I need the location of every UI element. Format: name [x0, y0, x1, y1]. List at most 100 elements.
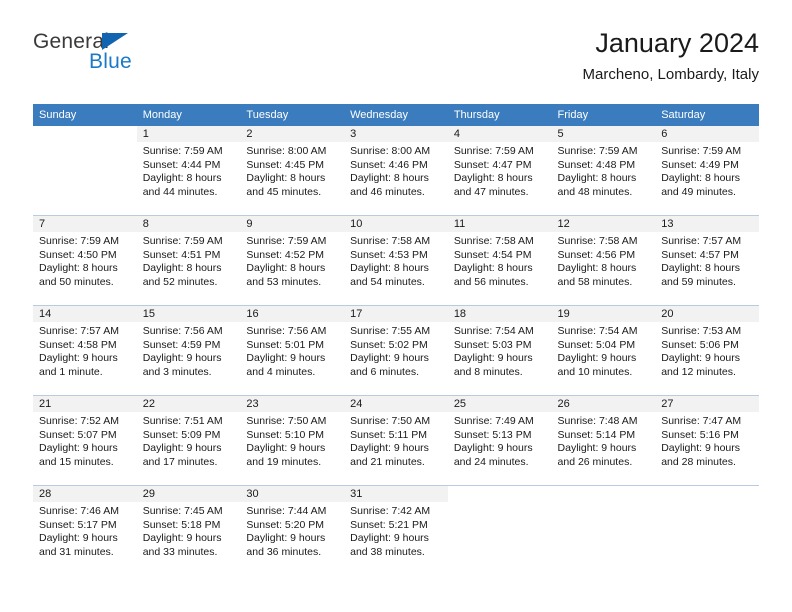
sunrise-text: Sunrise: 7:42 AM	[350, 505, 431, 517]
calendar-day-cell[interactable]	[655, 485, 759, 575]
calendar-day-cell[interactable]: 2 Sunrise: 8:00 AM Sunset: 4:45 PM Dayli…	[240, 126, 345, 216]
daylight-text-line1: Daylight: 9 hours	[246, 352, 326, 365]
calendar-day-cell[interactable]: 24 Sunrise: 7:50 AM Sunset: 5:11 PM Dayl…	[344, 395, 448, 486]
calendar-day-cell[interactable]: 6 Sunrise: 7:59 AM Sunset: 4:49 PM Dayli…	[655, 126, 759, 216]
day-number: 7	[33, 216, 137, 232]
daylight-text-line1: Daylight: 9 hours	[350, 352, 429, 365]
calendar-day-cell[interactable]: 14 Sunrise: 7:57 AM Sunset: 4:58 PM Dayl…	[33, 305, 137, 396]
daylight-text-line2: and 53 minutes.	[246, 275, 322, 288]
sunset-text: Sunset: 5:18 PM	[142, 518, 221, 531]
calendar-day-cell[interactable]: 11 Sunrise: 7:58 AM Sunset: 4:54 PM Dayl…	[447, 215, 552, 306]
calendar-day-cell[interactable]: 16 Sunrise: 7:56 AM Sunset: 5:01 PM Dayl…	[240, 305, 345, 396]
day-details	[448, 502, 552, 505]
day-details: Sunrise: 7:50 AM Sunset: 5:10 PM Dayligh…	[240, 412, 344, 469]
daylight-text-line2: and 44 minutes.	[142, 185, 218, 198]
day-number	[447, 486, 552, 502]
calendar-day-cell[interactable]: 21 Sunrise: 7:52 AM Sunset: 5:07 PM Dayl…	[33, 395, 137, 486]
daylight-text-line1: Daylight: 8 hours	[350, 172, 429, 185]
daylight-text-line2: and 50 minutes.	[39, 275, 114, 288]
page-subtitle: Marcheno, Lombardy, Italy	[582, 66, 759, 83]
sunset-text: Sunset: 5:09 PM	[142, 428, 221, 441]
calendar-day-cell[interactable]: 17 Sunrise: 7:55 AM Sunset: 5:02 PM Dayl…	[344, 305, 448, 396]
day-number: 18	[447, 306, 552, 322]
calendar-day-cell[interactable]: 26 Sunrise: 7:48 AM Sunset: 5:14 PM Dayl…	[551, 395, 656, 486]
calendar-day-cell[interactable]: 29 Sunrise: 7:45 AM Sunset: 5:18 PM Dayl…	[136, 485, 241, 575]
calendar-day-cell[interactable]: 22 Sunrise: 7:51 AM Sunset: 5:09 PM Dayl…	[136, 395, 241, 486]
day-details	[655, 502, 759, 505]
calendar-day-cell[interactable]: 5 Sunrise: 7:59 AM Sunset: 4:48 PM Dayli…	[551, 126, 656, 216]
daylight-text-line2: and 17 minutes.	[142, 455, 218, 468]
day-details	[33, 142, 137, 145]
sunset-text: Sunset: 4:52 PM	[246, 248, 325, 261]
sunset-text: Sunset: 4:46 PM	[350, 158, 428, 171]
daylight-text-line2: and 33 minutes.	[142, 545, 218, 558]
sunrise-text: Sunrise: 7:57 AM	[661, 235, 742, 247]
calendar-day-cell[interactable]: 23 Sunrise: 7:50 AM Sunset: 5:10 PM Dayl…	[240, 395, 345, 486]
day-details: Sunrise: 7:58 AM Sunset: 4:56 PM Dayligh…	[552, 232, 656, 289]
sunrise-text: Sunrise: 7:56 AM	[142, 325, 223, 337]
sunrise-text: Sunrise: 7:44 AM	[246, 505, 327, 517]
daylight-text-line2: and 4 minutes.	[246, 365, 316, 378]
calendar-week-row: 1 Sunrise: 7:59 AM Sunset: 4:44 PM Dayli…	[33, 126, 759, 216]
sunset-text: Sunset: 5:07 PM	[39, 428, 117, 441]
daylight-text-line2: and 12 minutes.	[661, 365, 736, 378]
day-number: 9	[240, 216, 345, 232]
sunrise-text: Sunrise: 7:58 AM	[453, 235, 534, 247]
calendar-day-cell[interactable]: 19 Sunrise: 7:54 AM Sunset: 5:04 PM Dayl…	[551, 305, 656, 396]
calendar-page: General Blue January 2024 Marcheno, Lomb…	[0, 0, 792, 612]
daylight-text-line2: and 15 minutes.	[39, 455, 114, 468]
weekday-header-friday: Friday	[551, 104, 656, 126]
daylight-text-line2: and 45 minutes.	[246, 185, 322, 198]
calendar-day-cell[interactable]: 10 Sunrise: 7:58 AM Sunset: 4:53 PM Dayl…	[344, 215, 448, 306]
daylight-text-line2: and 59 minutes.	[661, 275, 736, 288]
calendar-day-cell[interactable]: 12 Sunrise: 7:58 AM Sunset: 4:56 PM Dayl…	[551, 215, 656, 306]
weekday-header-saturday: Saturday	[655, 104, 759, 126]
calendar-day-cell[interactable]	[551, 485, 656, 575]
calendar-day-cell[interactable]: 27 Sunrise: 7:47 AM Sunset: 5:16 PM Dayl…	[655, 395, 759, 486]
day-details: Sunrise: 7:46 AM Sunset: 5:17 PM Dayligh…	[33, 502, 137, 559]
day-number: 24	[344, 396, 448, 412]
calendar-day-cell[interactable]: 1 Sunrise: 7:59 AM Sunset: 4:44 PM Dayli…	[136, 126, 241, 216]
sunset-text: Sunset: 4:53 PM	[350, 248, 428, 261]
sunset-text: Sunset: 5:11 PM	[350, 428, 427, 441]
calendar-day-cell[interactable]: 8 Sunrise: 7:59 AM Sunset: 4:51 PM Dayli…	[136, 215, 241, 306]
calendar-day-cell[interactable]: 30 Sunrise: 7:44 AM Sunset: 5:20 PM Dayl…	[240, 485, 345, 575]
calendar-day-cell[interactable]: 9 Sunrise: 7:59 AM Sunset: 4:52 PM Dayli…	[240, 215, 345, 306]
calendar-day-cell[interactable]	[33, 126, 137, 216]
calendar-day-cell[interactable]: 15 Sunrise: 7:56 AM Sunset: 4:59 PM Dayl…	[136, 305, 241, 396]
sunset-text: Sunset: 4:49 PM	[661, 158, 739, 171]
calendar-day-cell[interactable]: 31 Sunrise: 7:42 AM Sunset: 5:21 PM Dayl…	[344, 485, 448, 575]
day-number	[33, 126, 137, 142]
calendar-week-row: 28 Sunrise: 7:46 AM Sunset: 5:17 PM Dayl…	[33, 485, 759, 575]
sunset-text: Sunset: 5:16 PM	[661, 428, 739, 441]
sunrise-text: Sunrise: 8:00 AM	[246, 145, 327, 157]
day-details: Sunrise: 7:56 AM Sunset: 5:01 PM Dayligh…	[240, 322, 344, 379]
calendar-day-cell[interactable]: 20 Sunrise: 7:53 AM Sunset: 5:06 PM Dayl…	[655, 305, 759, 396]
calendar-day-cell[interactable]	[447, 485, 552, 575]
calendar-day-cell[interactable]: 4 Sunrise: 7:59 AM Sunset: 4:47 PM Dayli…	[447, 126, 552, 216]
page-title: January 2024	[595, 28, 759, 58]
sunrise-text: Sunrise: 7:59 AM	[142, 145, 223, 157]
day-number: 20	[655, 306, 759, 322]
day-number: 30	[240, 486, 345, 502]
day-details: Sunrise: 7:56 AM Sunset: 4:59 PM Dayligh…	[137, 322, 241, 379]
sunrise-text: Sunrise: 7:47 AM	[661, 415, 742, 427]
calendar-day-cell[interactable]: 28 Sunrise: 7:46 AM Sunset: 5:17 PM Dayl…	[33, 485, 137, 575]
calendar-day-cell[interactable]: 18 Sunrise: 7:54 AM Sunset: 5:03 PM Dayl…	[447, 305, 552, 396]
calendar-day-cell[interactable]: 3 Sunrise: 8:00 AM Sunset: 4:46 PM Dayli…	[344, 126, 448, 216]
daylight-text-line2: and 1 minute.	[39, 365, 103, 378]
general-blue-logo: General Blue	[33, 30, 203, 86]
day-number: 1	[136, 126, 241, 142]
sunrise-text: Sunrise: 7:48 AM	[557, 415, 638, 427]
daylight-text-line1: Daylight: 8 hours	[453, 172, 533, 185]
daylight-text-line2: and 6 minutes.	[350, 365, 419, 378]
sunrise-text: Sunrise: 7:52 AM	[39, 415, 119, 427]
calendar-day-cell[interactable]: 13 Sunrise: 7:57 AM Sunset: 4:57 PM Dayl…	[655, 215, 759, 306]
sunrise-text: Sunrise: 7:45 AM	[142, 505, 223, 517]
calendar-day-cell[interactable]: 7 Sunrise: 7:59 AM Sunset: 4:50 PM Dayli…	[33, 215, 137, 306]
sunset-text: Sunset: 4:50 PM	[39, 248, 117, 261]
sunset-text: Sunset: 4:45 PM	[246, 158, 325, 171]
day-number: 11	[447, 216, 552, 232]
calendar-day-cell[interactable]: 25 Sunrise: 7:49 AM Sunset: 5:13 PM Dayl…	[447, 395, 552, 486]
daylight-text-line2: and 48 minutes.	[557, 185, 633, 198]
